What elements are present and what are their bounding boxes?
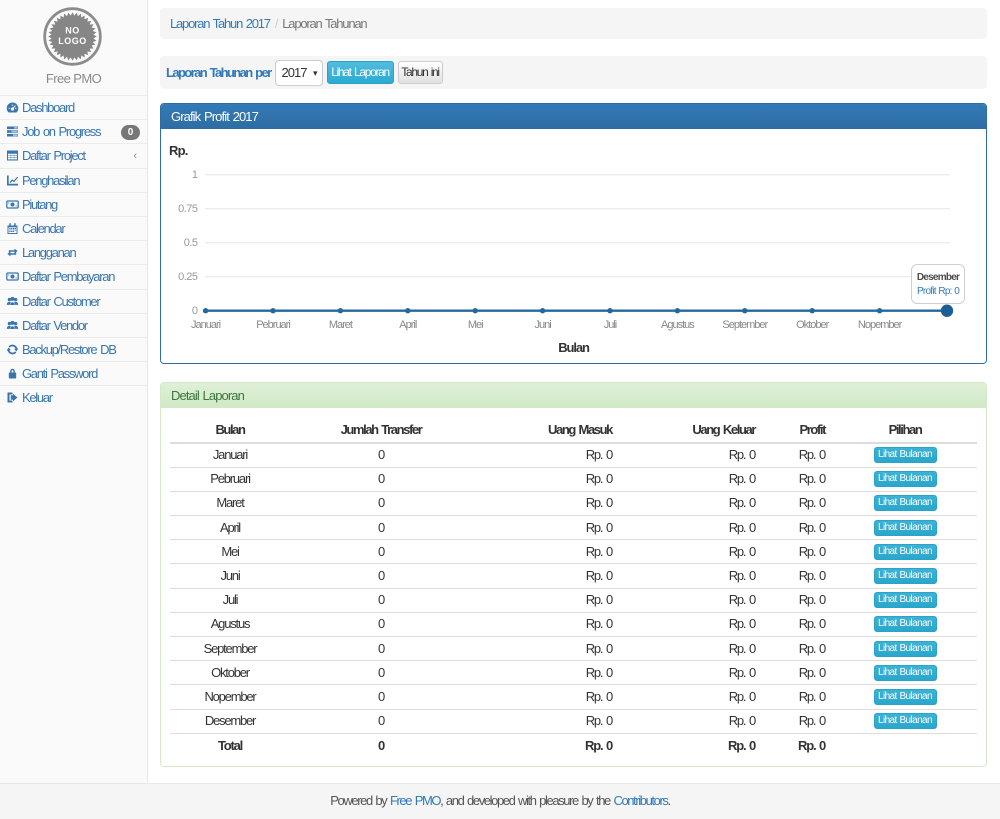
svg-text:Juli: Juli (604, 319, 617, 331)
svg-text:1: 1 (192, 169, 198, 181)
svg-text:Oktober: Oktober (796, 319, 829, 331)
svg-text:April: April (399, 319, 417, 331)
svg-text:September: September (722, 319, 768, 331)
svg-text:0: 0 (192, 305, 198, 317)
svg-text:0.25: 0.25 (178, 271, 198, 283)
svg-text:Juni: Juni (535, 319, 552, 331)
svg-text:Januari: Januari (191, 319, 221, 331)
svg-text:0.75: 0.75 (178, 203, 198, 215)
svg-text:0.5: 0.5 (184, 237, 198, 249)
svg-text:Pebruari: Pebruari (256, 319, 290, 331)
svg-text:Maret: Maret (329, 319, 353, 331)
svg-text:Agustus: Agustus (661, 319, 695, 331)
svg-text:NO: NO (65, 26, 80, 36)
svg-text:Mei: Mei (468, 319, 483, 331)
svg-text:LOGO: LOGO (58, 36, 87, 46)
svg-text:Nopember: Nopember (858, 319, 903, 331)
